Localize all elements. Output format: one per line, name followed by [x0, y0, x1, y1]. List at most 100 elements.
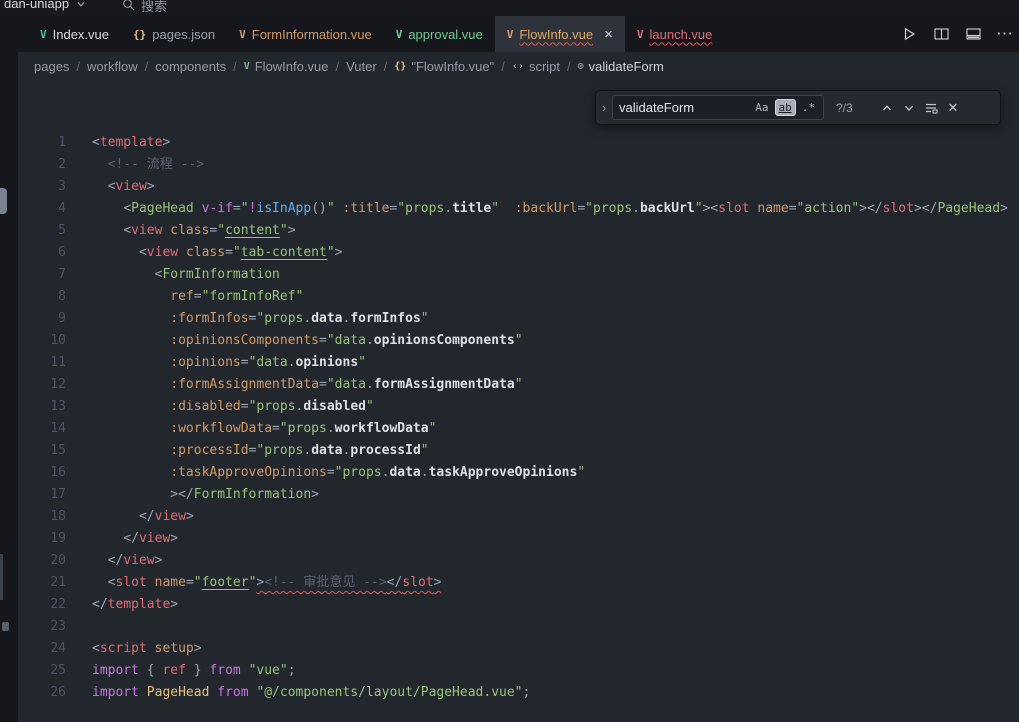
code-line[interactable]: 12 :formAssignmentData="data.formAssignm… — [18, 374, 1019, 396]
code-line[interactable]: 14 :workflowData="props.workflowData" — [18, 418, 1019, 440]
whole-word-toggle[interactable]: ab — [775, 99, 796, 116]
code-line[interactable]: 2 <!-- 流程 --> — [18, 154, 1019, 176]
breadcrumb-label: script — [529, 59, 560, 74]
code-line[interactable]: 19 </view> — [18, 528, 1019, 550]
chevron-up-icon — [881, 102, 893, 114]
code-line[interactable]: 13 :disabled="props.disabled" — [18, 396, 1019, 418]
code-line[interactable]: 15 :processId="props.data.processId" — [18, 440, 1019, 462]
code-line[interactable]: 6 <view class="tab-content"> — [18, 242, 1019, 264]
breadcrumb-separator: / — [76, 59, 80, 74]
line-number: 22 — [18, 594, 66, 616]
line-content: <view> — [92, 176, 155, 198]
code-line[interactable]: 11 :opinions="data.opinions" — [18, 352, 1019, 374]
line-content: :disabled="props.disabled" — [92, 396, 374, 418]
toggle-replace-chevron-icon[interactable]: › — [596, 100, 612, 115]
line-number: 1 — [18, 132, 66, 154]
line-number: 15 — [18, 440, 66, 462]
tab-FlowInfo.vue[interactable]: V FlowInfo.vue × — [495, 16, 625, 52]
previous-match-button[interactable] — [876, 97, 898, 119]
tab-label: launch.vue — [650, 27, 713, 42]
line-number: 24 — [18, 638, 66, 660]
code-line[interactable]: 24<script setup> — [18, 638, 1019, 660]
breadcrumb-item-workflow[interactable]: workflow — [87, 59, 138, 74]
code-line[interactable]: 18 </view> — [18, 506, 1019, 528]
line-number: 17 — [18, 484, 66, 506]
vue-icon: V — [396, 28, 403, 41]
match-case-toggle[interactable]: Aa — [751, 99, 772, 116]
line-number: 10 — [18, 330, 66, 352]
close-find-button[interactable]: ✕ — [942, 97, 964, 119]
split-editor-icon — [934, 27, 949, 41]
find-in-selection-button[interactable] — [920, 97, 942, 119]
breadcrumb-item-pages[interactable]: pages — [34, 59, 69, 74]
method-icon: ⊙ — [578, 61, 584, 72]
code-line[interactable]: 20 </view> — [18, 550, 1019, 572]
line-content: :workflowData="props.workflowData" — [92, 418, 436, 440]
vue-icon: V — [507, 28, 514, 41]
code-line[interactable]: 10 :opinionsComponents="data.opinionsCom… — [18, 330, 1019, 352]
regex-toggle[interactable]: .* — [798, 99, 819, 116]
code-line[interactable]: 26import PageHead from "@/components/lay… — [18, 682, 1019, 704]
code-line[interactable]: 3 <view> — [18, 176, 1019, 198]
breadcrumb-item-FlowInfo.vue[interactable]: {}"FlowInfo.vue" — [394, 59, 494, 74]
find-results-count: ?/3 — [836, 101, 868, 115]
breadcrumb-label: FlowInfo.vue — [255, 59, 329, 74]
run-button[interactable] — [897, 22, 921, 46]
code-line[interactable]: 21 <slot name="footer"><!-- 审批意见 --></sl… — [18, 572, 1019, 594]
code-line[interactable]: 25import { ref } from "vue"; — [18, 660, 1019, 682]
project-menu[interactable]: dan-uniapp — [4, 0, 86, 12]
line-number: 5 — [18, 220, 66, 242]
tab-label: approval.vue — [408, 27, 482, 42]
code-line[interactable]: 5 <view class="content"> — [18, 220, 1019, 242]
search-icon — [122, 0, 135, 14]
tab-Index.vue[interactable]: VIndex.vue — [28, 16, 121, 52]
sidebar-indicator — [0, 188, 7, 214]
code-area[interactable]: 1<template>2 <!-- 流程 -->3 <view>4 <PageH… — [18, 80, 1019, 704]
sidebar-cut-strip — [0, 16, 18, 722]
breadcrumb-item-FlowInfo.vue[interactable]: VFlowInfo.vue — [244, 59, 329, 74]
code-line[interactable]: 23 — [18, 616, 1019, 638]
breadcrumb: pages/workflow/components/VFlowInfo.vue/… — [18, 52, 1019, 80]
run-icon — [902, 27, 916, 41]
line-number: 7 — [18, 264, 66, 286]
breadcrumb-item-validateForm[interactable]: ⊙validateForm — [578, 59, 664, 74]
find-input[interactable] — [617, 99, 748, 116]
code-line[interactable]: 4 <PageHead v-if="!isInApp()" :title="pr… — [18, 198, 1019, 220]
code-line[interactable]: 8 ref="formInfoRef" — [18, 286, 1019, 308]
more-icon: ⋯ — [996, 24, 1014, 44]
breadcrumb-item-script[interactable]: ‹›script — [512, 59, 560, 74]
breadcrumb-item-Vuter[interactable]: Vuter — [346, 59, 377, 74]
line-number: 9 — [18, 308, 66, 330]
close-icon[interactable]: × — [604, 27, 613, 42]
next-match-button[interactable] — [898, 97, 920, 119]
tab-approval.vue[interactable]: Vapproval.vue — [384, 16, 495, 52]
vue-icon: V — [637, 28, 644, 41]
vscode-window: dan-uniapp 搜索 VIndex.vue{}pages.jsonVFor… — [0, 0, 1019, 722]
search-bar[interactable]: 搜索 — [122, 0, 167, 15]
editor: › Aaab.* ?/3 ✕ — [18, 80, 1019, 722]
tab-pages.json[interactable]: {}pages.json — [121, 16, 227, 52]
code-line[interactable]: 1<template> — [18, 132, 1019, 154]
line-number: 26 — [18, 682, 66, 704]
code-line[interactable]: 22 </template> — [18, 594, 1019, 616]
code-line[interactable]: 9 :formInfos="props.data.formInfos" — [18, 308, 1019, 330]
line-content: <!-- 流程 --> — [92, 154, 204, 176]
breadcrumb-label: workflow — [87, 59, 138, 74]
tab-label: FlowInfo.vue — [519, 27, 593, 42]
layout-button[interactable] — [961, 22, 985, 46]
tab-label: pages.json — [152, 27, 215, 42]
tab-FormInformation.vue[interactable]: VFormInformation.vue — [227, 16, 384, 52]
line-number: 13 — [18, 396, 66, 418]
code-line[interactable]: 7 <FormInformation — [18, 264, 1019, 286]
code-line[interactable]: 17 ></FormInformation> — [18, 484, 1019, 506]
line-content: </template> — [92, 594, 178, 616]
tab-launch.vue[interactable]: Vlaunch.vue — [625, 16, 725, 52]
more-actions-button[interactable]: ⋯ — [993, 22, 1017, 46]
find-options: Aaab.* — [751, 99, 819, 116]
find-input-wrap: Aaab.* — [612, 95, 824, 120]
code-line[interactable]: 16 :taskApproveOpinions="props.data.task… — [18, 462, 1019, 484]
line-number: 3 — [18, 176, 66, 198]
breadcrumb-item-components[interactable]: components — [155, 59, 226, 74]
split-editor-button[interactable] — [929, 22, 953, 46]
breadcrumb-separator: / — [384, 59, 388, 74]
